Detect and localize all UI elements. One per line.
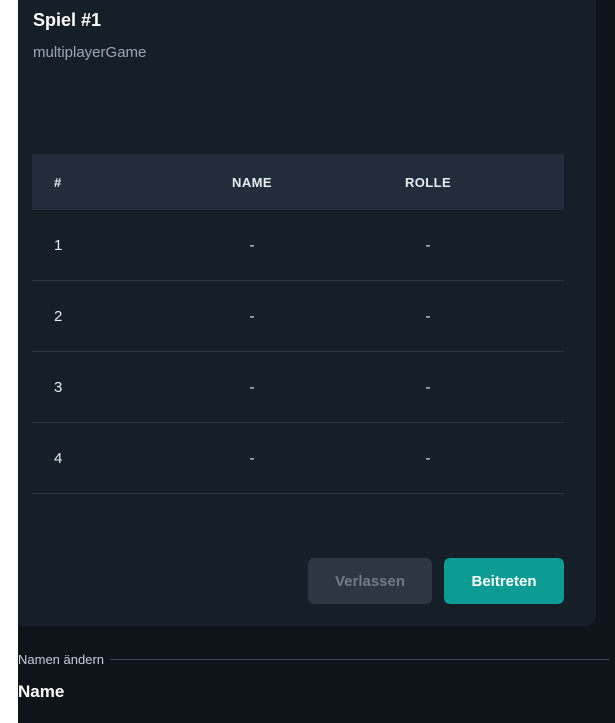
leave-button[interactable]: Verlassen (308, 558, 432, 604)
cell-role: - (425, 378, 431, 396)
cell-number: 3 (54, 378, 63, 396)
table-row: 1 - - (32, 210, 564, 281)
table-row: 3 - - (32, 352, 564, 423)
cell-name: - (249, 307, 255, 325)
column-header-name: NAME (232, 174, 272, 190)
table-row: 4 - - (32, 423, 564, 494)
join-button[interactable]: Beitreten (444, 558, 564, 604)
divider-line (110, 658, 615, 660)
table-row: 2 - - (32, 281, 564, 352)
cell-name: - (249, 236, 255, 254)
page-scrollbar[interactable] (609, 0, 615, 723)
cell-number: 4 (54, 449, 63, 467)
game-title: Spiel #1 (33, 10, 102, 30)
cell-role: - (425, 449, 431, 467)
app-container: Spiel #1 multiplayerGame # NAME ROLLE 1 … (18, 0, 615, 723)
players-table: # NAME ROLLE 1 - - 2 - - 3 - - 4 - - (32, 154, 564, 494)
rename-divider: Namen ändern (18, 650, 615, 668)
game-subtitle: multiplayerGame (33, 44, 147, 61)
cell-number: 1 (54, 236, 63, 254)
rename-section-label: Namen ändern (18, 651, 104, 667)
cell-name: - (249, 449, 255, 467)
game-card: Spiel #1 multiplayerGame # NAME ROLLE 1 … (18, 0, 596, 626)
name-field-label: Name (18, 682, 65, 701)
cell-name: - (249, 378, 255, 396)
cell-number: 2 (54, 307, 63, 325)
table-header: # NAME ROLLE (32, 154, 564, 210)
column-header-number: # (54, 174, 62, 190)
column-header-role: ROLLE (404, 174, 452, 190)
cell-role: - (425, 307, 431, 325)
cell-role: - (425, 236, 431, 254)
